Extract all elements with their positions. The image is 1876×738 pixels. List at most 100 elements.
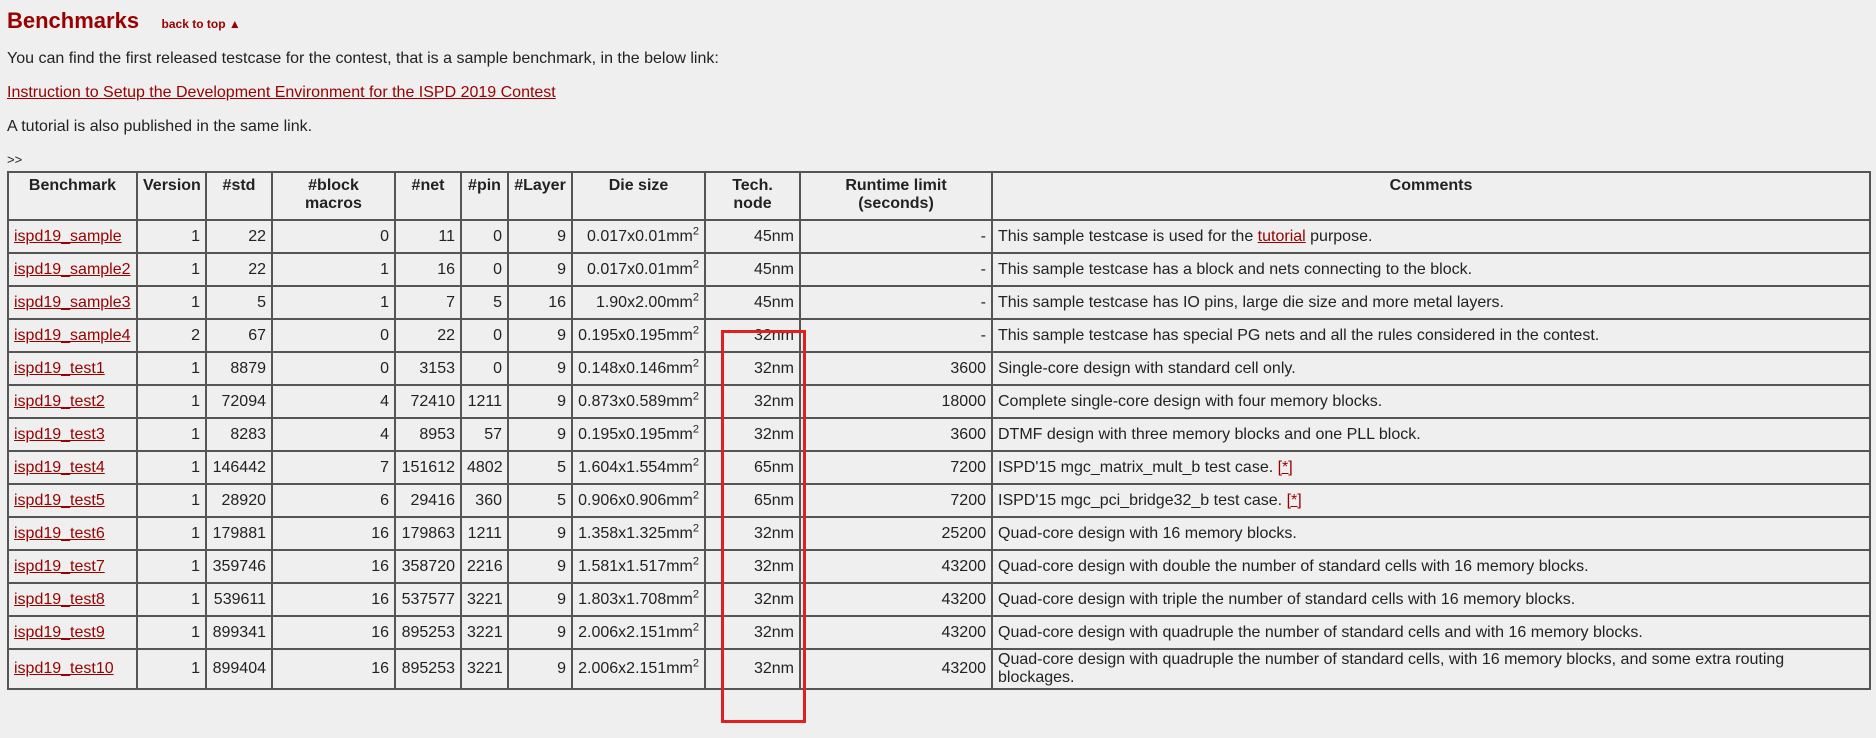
cell-pin: 5 (460, 285, 509, 320)
reference-link[interactable]: [*] (1287, 492, 1302, 509)
benchmark-link[interactable]: ispd19_test8 (14, 591, 105, 608)
die-size-unit: mm (666, 623, 693, 641)
cell-die-size: 0.148x0.146mm2 (571, 351, 706, 386)
benchmark-link[interactable]: ispd19_sample3 (14, 294, 131, 311)
cell-block-macros: 16 (271, 582, 396, 617)
cell-comment: ISPD'15 mgc_pci_bridge32_b test case. [*… (991, 483, 1871, 518)
die-size-unit-exponent: 2 (692, 588, 699, 601)
cell-layer: 9 (507, 318, 573, 353)
comment-text-end: purpose. (1305, 227, 1373, 245)
tutorial-note: A tutorial is also published in the same… (7, 118, 313, 135)
die-size-unit: mm (666, 392, 693, 410)
cell-net: 179863 (394, 516, 462, 551)
benchmark-link[interactable]: ispd19_sample2 (14, 261, 131, 278)
cell-die-size: 0.017x0.01mm2 (571, 252, 706, 287)
header-net: #net (394, 171, 462, 221)
setup-instruction-paragraph: Instruction to Setup the Development Env… (7, 84, 556, 102)
cell-comment: Complete single-core design with four me… (991, 384, 1871, 419)
cell-comment: Single-core design with standard cell on… (991, 351, 1871, 386)
table-row: ispd19_test2 1 72094 4 72410 1211 9 0.87… (7, 384, 1871, 419)
cell-runtime-limit: 18000 (799, 384, 993, 419)
die-size-unit: mm (666, 590, 693, 608)
cell-layer: 9 (507, 417, 573, 452)
die-size-unit-exponent: 2 (692, 291, 699, 304)
header-comments: Comments (991, 171, 1871, 221)
cell-tech-node: 32nm (704, 351, 801, 386)
die-size-unit-exponent: 2 (692, 522, 699, 535)
cell-runtime-limit: 43200 (799, 549, 993, 584)
setup-instruction-link[interactable]: Instruction to Setup the Development Env… (7, 84, 556, 101)
back-to-top-link[interactable]: back to top ▲ (162, 17, 241, 31)
cell-layer: 9 (507, 351, 573, 386)
benchmark-link[interactable]: ispd19_sample4 (14, 327, 131, 344)
benchmark-link[interactable]: ispd19_test10 (14, 660, 114, 677)
benchmark-link[interactable]: ispd19_test9 (14, 624, 105, 641)
cell-die-size: 2.006x2.151mm2 (571, 615, 706, 650)
benchmark-link[interactable]: ispd19_sample (14, 228, 122, 245)
cell-comment: This sample testcase has a block and net… (991, 252, 1871, 287)
cell-version: 1 (136, 615, 207, 650)
cell-benchmark: ispd19_test2 (7, 384, 138, 419)
cell-runtime-limit: - (799, 318, 993, 353)
cell-layer: 9 (507, 219, 573, 254)
cell-runtime-limit: 25200 (799, 516, 993, 551)
cell-comment: Quad-core design with double the number … (991, 549, 1871, 584)
die-size-value: 2.006x2.151 (578, 660, 667, 677)
cell-std: 179881 (205, 516, 273, 551)
benchmark-link[interactable]: ispd19_test5 (14, 492, 105, 509)
benchmark-link[interactable]: ispd19_test2 (14, 393, 105, 410)
cell-layer: 9 (507, 582, 573, 617)
header-layer: #Layer (507, 171, 573, 221)
cell-benchmark: ispd19_test9 (7, 615, 138, 650)
die-size-value: 0.148x0.146 (578, 359, 667, 377)
benchmark-link[interactable]: ispd19_test7 (14, 558, 105, 575)
cell-die-size: 1.581x1.517mm2 (571, 549, 706, 584)
cell-block-macros: 1 (271, 285, 396, 320)
table-row: ispd19_test10 1 899404 16 895253 3221 9 … (7, 648, 1871, 690)
cell-benchmark: ispd19_test6 (7, 516, 138, 551)
cell-runtime-limit: 43200 (799, 615, 993, 650)
cell-pin: 3221 (460, 648, 509, 690)
cell-comment: This sample testcase has IO pins, large … (991, 285, 1871, 320)
die-size-value: 1.90x2.00 (595, 293, 667, 311)
cell-tech-node: 32nm (704, 417, 801, 452)
cell-net: 22 (394, 318, 462, 353)
cell-benchmark: ispd19_sample2 (7, 252, 138, 287)
cell-die-size: 0.906x0.906mm2 (571, 483, 706, 518)
section-title: Benchmarks (7, 8, 140, 33)
header-benchmark: Benchmark (7, 171, 138, 221)
die-size-unit: mm (666, 326, 693, 344)
cell-die-size: 0.017x0.01mm2 (571, 219, 706, 254)
cell-net: 151612 (394, 450, 462, 485)
cell-layer: 9 (507, 615, 573, 650)
table-row: ispd19_test7 1 359746 16 358720 2216 9 1… (7, 549, 1871, 584)
benchmark-link[interactable]: ispd19_test6 (14, 525, 105, 542)
table-row: ispd19_sample 1 22 0 11 0 9 0.017x0.01mm… (7, 219, 1871, 254)
die-size-value: 0.195x0.195 (578, 425, 667, 443)
table-row: ispd19_test8 1 539611 16 537577 3221 9 1… (7, 582, 1871, 617)
cell-std: 899404 (205, 648, 273, 690)
table-row: ispd19_test4 1 146442 7 151612 4802 5 1.… (7, 450, 1871, 485)
die-size-unit: mm (666, 524, 693, 542)
cell-pin: 4802 (460, 450, 509, 485)
cell-std: 22 (205, 252, 273, 287)
benchmark-link[interactable]: ispd19_test1 (14, 360, 105, 377)
table-row: ispd19_sample3 1 5 1 7 5 16 1.90x2.00mm2… (7, 285, 1871, 320)
cell-runtime-limit: - (799, 285, 993, 320)
cell-benchmark: ispd19_test7 (7, 549, 138, 584)
reference-link[interactable]: [*] (1278, 459, 1293, 476)
table-row: ispd19_test9 1 899341 16 895253 3221 9 2… (7, 615, 1871, 650)
tutorial-link[interactable]: tutorial (1258, 228, 1306, 245)
cell-benchmark: ispd19_test5 (7, 483, 138, 518)
cell-tech-node: 45nm (704, 285, 801, 320)
cell-version: 1 (136, 219, 207, 254)
benchmark-link[interactable]: ispd19_test3 (14, 426, 105, 443)
die-size-unit-exponent: 2 (692, 423, 699, 436)
cell-tech-node: 45nm (704, 219, 801, 254)
cell-block-macros: 16 (271, 549, 396, 584)
cell-layer: 5 (507, 483, 573, 518)
cell-pin: 0 (460, 219, 509, 254)
header-die-size: Die size (571, 171, 706, 221)
cell-runtime-limit: 43200 (799, 582, 993, 617)
benchmark-link[interactable]: ispd19_test4 (14, 459, 105, 476)
